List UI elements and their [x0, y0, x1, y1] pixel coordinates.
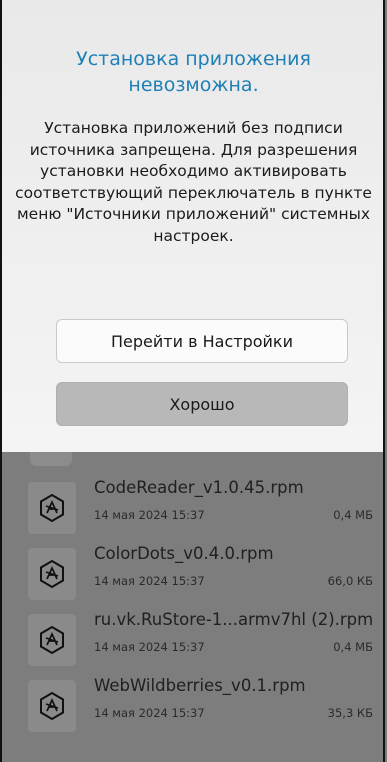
install-error-dialog: Установка приложения невозможна. Установ… [2, 0, 385, 452]
dialog-title: Установка приложения невозможна. [76, 48, 311, 96]
file-item[interactable]: ru.vk.RuStore-1...armv7hl (2).rpm 14 мая… [28, 610, 383, 668]
dialog-message: Установка приложений без подписи источни… [15, 119, 372, 245]
file-date: 14 мая 2024 15:37 [94, 640, 205, 654]
open-settings-button[interactable]: Перейти в Настройки [56, 319, 348, 363]
file-name: WebWildberries_v0.1.rpm [94, 676, 306, 695]
file-item[interactable]: ColorDots_v0.4.0.rpm 14 мая 2024 15:37 6… [28, 544, 383, 602]
file-size: 66,0 КБ [327, 574, 373, 588]
file-name: CodeReader_v1.0.45.rpm [94, 478, 304, 497]
ok-button[interactable]: Хорошо [56, 382, 348, 426]
file-size: 0,4 МБ [333, 508, 373, 522]
list-item-partial [30, 452, 72, 466]
file-size: 0,4 МБ [333, 640, 373, 654]
file-date: 14 мая 2024 15:37 [94, 706, 205, 720]
file-item[interactable]: CodeReader_v1.0.45.rpm 14 мая 2024 15:37… [28, 478, 383, 536]
file-name: ru.vk.RuStore-1...armv7hl (2).rpm [94, 610, 374, 629]
package-icon [28, 548, 76, 600]
file-date: 14 мая 2024 15:37 [94, 574, 205, 588]
file-size: 35,3 КБ [327, 706, 373, 720]
package-icon [28, 482, 76, 534]
file-item[interactable]: WebWildberries_v0.1.rpm 14 мая 2024 15:3… [28, 676, 383, 734]
package-icon [28, 614, 76, 666]
package-icon [28, 680, 76, 732]
file-date: 14 мая 2024 15:37 [94, 508, 205, 522]
file-name: ColorDots_v0.4.0.rpm [94, 544, 274, 563]
